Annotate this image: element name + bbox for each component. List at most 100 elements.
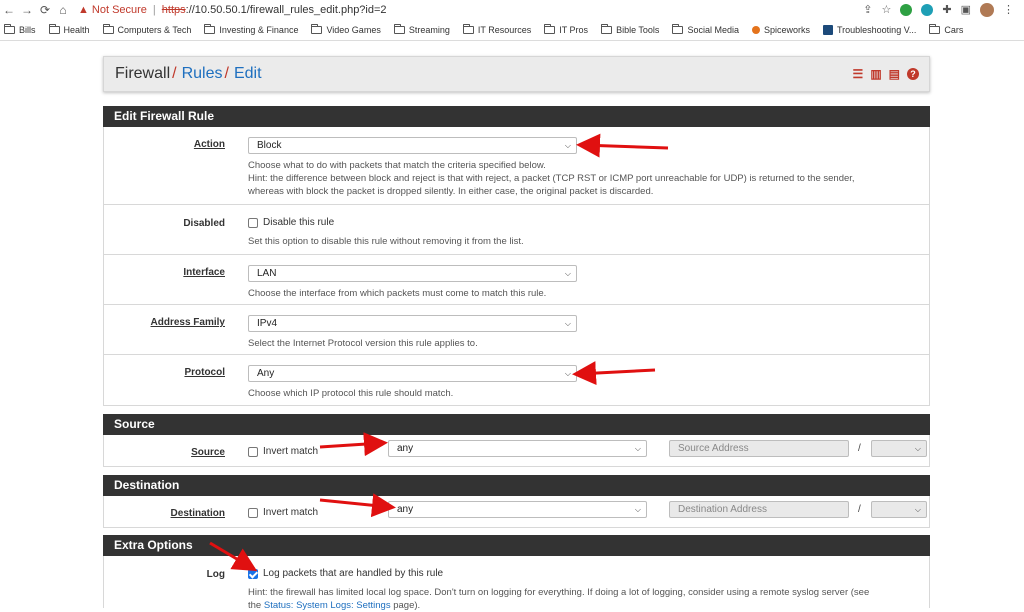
log-row: Log Log packets that are handled by this… [103,556,930,611]
sliders-icon[interactable]: ☰ [853,67,864,81]
interface-label: Interface [183,267,225,278]
extensions-puzzle-icon[interactable]: ✚ [942,3,951,16]
forward-icon[interactable]: → [18,3,36,17]
source-address-field[interactable]: Source Address [669,440,849,457]
folder-icon [48,23,60,34]
bookmark-investing[interactable]: Investing & Finance [204,23,299,35]
warning-icon: ▲ [78,3,89,16]
folder-icon [311,23,323,34]
chart-icon[interactable]: ▥ [870,67,881,81]
folder-icon [462,23,474,34]
profile-avatar[interactable] [980,2,994,17]
source-mask-select[interactable]: ⌵ [871,440,927,457]
share-icon[interactable]: ⇪ [863,3,872,16]
browser-address-bar: ← → ⟳ ⌂ ▲ Not Secure | https://10.50.50.… [0,0,1024,19]
bookmark-health[interactable]: Health [48,23,90,35]
breadcrumb-rules[interactable]: Rules [182,65,223,83]
disable-rule-option[interactable]: Disable this rule [248,217,334,228]
bookmark-label: Video Games [326,24,381,35]
url-path: ://10.50.50.1/firewall_rules_edit.php?id… [185,3,387,16]
source-address-placeholder: Source Address [678,443,749,454]
menu-icon[interactable]: ⋮ [1003,3,1014,16]
chevron-down-icon: ⌵ [564,269,571,278]
action-value: Block [257,140,282,151]
breadcrumb-firewall: Firewall [115,65,171,82]
home-icon[interactable]: ⌂ [54,3,72,17]
action-help-line: Hint: the difference between block and r… [248,173,855,184]
extension-icon[interactable] [921,3,934,16]
folder-icon [393,23,405,34]
bookmark-label: Streaming [408,24,450,35]
breadcrumb-edit[interactable]: Edit [234,65,262,83]
destination-mask-select[interactable]: ⌵ [871,501,927,518]
log-help-line: Hint: the firewall has limited local log… [248,587,870,598]
bookmark-bible-tools[interactable]: Bible Tools [601,23,659,35]
action-label: Action [193,139,225,150]
bookmark-spiceworks[interactable]: Spiceworks [751,25,810,35]
bookmark-streaming[interactable]: Streaming [393,23,450,35]
security-indicator[interactable]: ▲ Not Secure [78,4,147,16]
interface-select[interactable]: LAN ⌵ [248,265,577,282]
destination-invert-text: Invert match [263,507,319,518]
side-panel-icon[interactable]: ▣ [961,3,971,16]
address-family-select[interactable]: IPv4 ⌵ [248,315,577,332]
extra-options-panel-title: Extra Options [103,535,930,556]
breadcrumb: Firewall / Rules / Edit ☰ ▥ ▤ ? [103,56,930,92]
source-invert-text: Invert match [263,446,319,457]
bookmark-troubleshooting[interactable]: Troubleshooting V... [822,24,916,35]
source-type-select[interactable]: any ⌵ [388,440,647,457]
reload-icon[interactable]: ⟳ [36,3,54,17]
edit-rule-panel-title: Edit Firewall Rule [103,106,930,127]
site-logo-icon [822,24,833,35]
source-label: Source [191,447,225,458]
address-family-row: Address Family IPv4 ⌵ Select the Interne… [103,305,930,355]
source-invert-checkbox[interactable] [248,446,258,457]
bookmark-it-pros[interactable]: IT Pros [544,23,588,35]
url-field[interactable]: https://10.50.50.1/firewall_rules_edit.p… [162,4,387,16]
security-label: Not Secure [91,3,147,16]
disable-rule-checkbox[interactable] [248,217,258,228]
help-icon[interactable]: ? [907,68,919,80]
source-row: Source Invert match any ⌵ Source Address… [103,435,930,467]
action-select[interactable]: Block ⌵ [248,137,577,154]
bookmark-social-media[interactable]: Social Media [672,23,739,35]
disabled-row: Disabled Disable this rule Set this opti… [103,205,930,255]
bookmark-cars[interactable]: Cars [929,23,963,35]
folder-icon [204,23,216,34]
destination-invert-option[interactable]: Invert match [248,507,318,518]
interface-help: Choose the interface from which packets … [248,288,547,299]
list-icon[interactable]: ▤ [889,67,900,81]
destination-address-field[interactable]: Destination Address [669,501,849,518]
source-invert-option[interactable]: Invert match [248,446,318,457]
folder-icon [544,23,556,34]
bookmark-bills[interactable]: Bills [4,23,36,35]
breadcrumb-separator: / [224,65,229,82]
bookmark-computers[interactable]: Computers & Tech [102,23,191,35]
destination-address-placeholder: Destination Address [678,504,767,515]
log-checkbox[interactable] [248,568,258,579]
back-icon[interactable]: ← [0,3,18,17]
source-type-value: any [397,443,414,454]
folder-icon [672,23,684,34]
bookmark-label: Health [63,24,90,35]
bookmark-it-resources[interactable]: IT Resources [462,23,531,35]
chevron-down-icon: ⌵ [634,444,641,453]
bookmark-video-games[interactable]: Video Games [311,23,381,35]
destination-type-value: any [397,504,414,515]
action-help-line: Choose what to do with packets that matc… [248,160,546,171]
destination-label: Destination [170,508,225,519]
bookmark-star-icon[interactable]: ☆ [882,3,892,16]
destination-type-select[interactable]: any ⌵ [388,501,647,518]
system-logs-settings-link[interactable]: Status: System Logs: Settings [264,600,391,611]
address-family-label: Address Family [150,317,225,328]
bookmark-label: Investing & Finance [219,24,299,35]
bookmark-label: Bills [19,24,36,35]
destination-invert-checkbox[interactable] [248,507,258,518]
destination-row: Destination Invert match any ⌵ Destinati… [103,496,930,528]
action-row: Action Block ⌵ Choose what to do with pa… [103,127,930,205]
interface-value: LAN [257,268,277,279]
log-option[interactable]: Log packets that are handled by this rul… [248,568,443,579]
protocol-select[interactable]: Any ⌵ [248,365,577,382]
bookmarks-bar: Bills Health Computers & Tech Investing … [0,19,1024,41]
extension-check-icon[interactable] [900,3,913,16]
